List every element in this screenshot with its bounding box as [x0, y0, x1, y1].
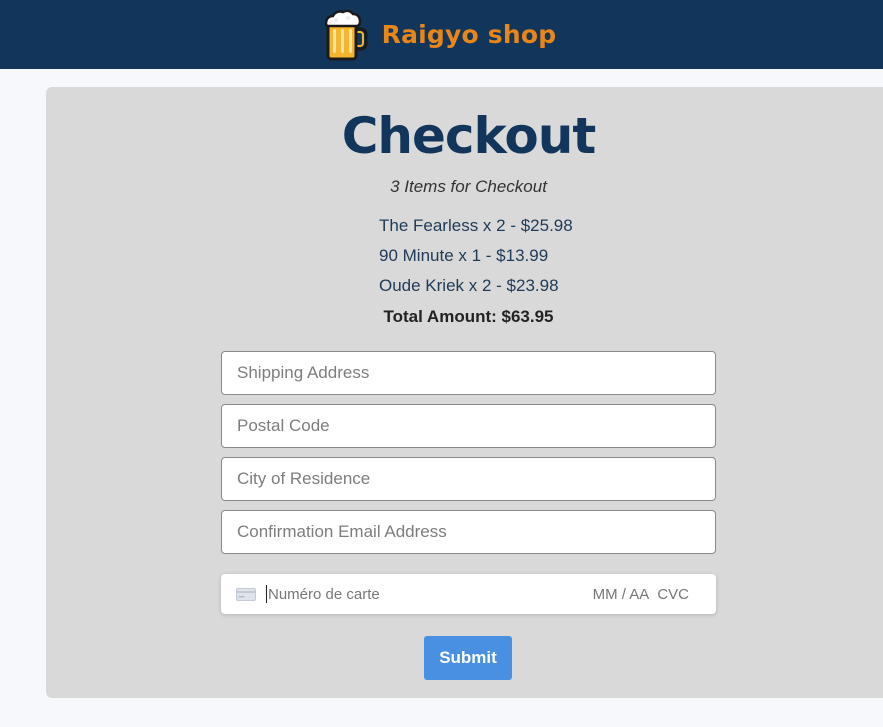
brand-name: Raigyo shop	[381, 20, 557, 49]
postal-code-input[interactable]	[221, 404, 716, 448]
card-payment-field[interactable]: Numéro de carte MM / AA CVC	[221, 574, 716, 614]
beer-mug-icon	[324, 9, 368, 60]
order-items-list: The Fearless x 2 - $25.98 90 Minute x 1 …	[379, 211, 573, 301]
brand[interactable]: Raigyo shop	[322, 7, 557, 63]
items-count-subtitle: 3 Items for Checkout	[390, 177, 547, 196]
total-amount: Total Amount: $63.95	[383, 307, 554, 326]
top-bar: Raigyo shop	[0, 0, 883, 69]
card-number-input[interactable]: Numéro de carte	[268, 586, 593, 603]
order-item: 90 Minute x 1 - $13.99	[379, 246, 549, 265]
text-cursor	[266, 585, 267, 603]
order-item: Oude Kriek x 2 - $23.98	[379, 276, 559, 295]
shipping-address-input[interactable]	[221, 351, 716, 395]
confirmation-email-input[interactable]	[221, 510, 716, 554]
page-title: Checkout	[341, 107, 597, 165]
credit-card-icon	[236, 587, 256, 601]
card-expiry-input[interactable]: MM / AA	[593, 586, 650, 603]
order-item: The Fearless x 2 - $25.98	[379, 216, 573, 235]
checkout-card: Checkout 3 Items for Checkout The Fearle…	[46, 87, 883, 698]
card-cvc-input[interactable]: CVC	[657, 586, 689, 603]
submit-button[interactable]: Submit	[424, 636, 512, 680]
city-input[interactable]	[221, 457, 716, 501]
